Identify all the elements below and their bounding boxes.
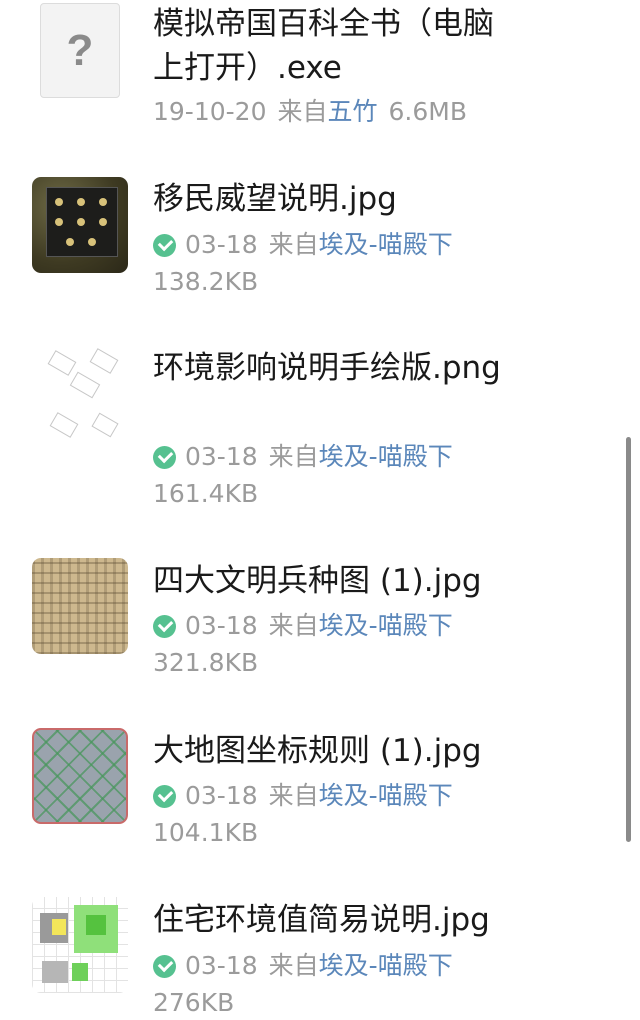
thumbnail-dot <box>77 218 85 226</box>
sender-link[interactable]: 埃及-喵殿下 <box>319 440 453 474</box>
thumbnail-block <box>52 919 66 935</box>
sketch-mark <box>69 371 101 399</box>
file-item[interactable]: 移民威望说明.jpg 03-18 来自 埃及-喵殿下 138.2KB <box>0 170 620 310</box>
file-size: 276KB <box>153 988 235 1017</box>
file-list: ? 模拟帝国百科全书（电脑上打开）.exe 19-10-20 来自 五竹 6.6… <box>0 0 640 1017</box>
downloaded-check-icon <box>153 954 176 978</box>
thumbnail-dot <box>77 198 85 206</box>
file-meta: 03-18 来自 埃及-喵殿下 <box>153 609 453 643</box>
file-item[interactable]: ? 模拟帝国百科全书（电脑上打开）.exe 19-10-20 来自 五竹 6.6… <box>0 0 620 130</box>
file-item[interactable]: 环境影响说明手绘版.png 03-18 来自 埃及-喵殿下 161.4KB <box>0 340 620 520</box>
sketch-mark <box>49 412 79 438</box>
thumbnail-dot <box>55 198 63 206</box>
from-label: 来自 <box>268 611 319 640</box>
sender-link[interactable]: 埃及-喵殿下 <box>319 228 453 262</box>
sender-link[interactable]: 埃及-喵殿下 <box>319 779 453 813</box>
image-thumbnail <box>32 897 128 993</box>
thumbnail-dot <box>55 218 63 226</box>
file-meta: 03-18 来自 埃及-喵殿下 <box>153 440 453 474</box>
file-date: 19-10-20 <box>153 97 267 126</box>
sender-link[interactable]: 埃及-喵殿下 <box>319 609 453 643</box>
thumbnail-dot <box>66 238 74 246</box>
from-label: 来自 <box>268 442 319 471</box>
file-item[interactable]: 住宅环境值简易说明.jpg 03-18 来自 埃及-喵殿下 276KB <box>0 890 620 1017</box>
file-date: 03-18 <box>185 611 258 640</box>
image-thumbnail <box>32 177 128 273</box>
from-label: 来自 <box>268 230 319 259</box>
downloaded-check-icon <box>153 614 176 638</box>
thumbnail-dot <box>88 238 96 246</box>
thumbnail-dot <box>99 198 107 206</box>
file-size: 104.1KB <box>153 818 259 847</box>
file-name: 大地图坐标规则 (1).jpg <box>153 733 482 769</box>
file-meta: 03-18 来自 埃及-喵殿下 <box>153 228 453 262</box>
thumbnail-block <box>42 961 68 983</box>
question-mark-glyph: ? <box>66 25 94 75</box>
file-size: 6.6MB <box>388 97 467 126</box>
file-size: 321.8KB <box>153 648 259 677</box>
scrollbar[interactable] <box>626 437 631 842</box>
file-meta: 03-18 来自 埃及-喵殿下 <box>153 779 453 813</box>
file-name: 移民威望说明.jpg <box>153 181 397 217</box>
file-name: 四大文明兵种图 (1).jpg <box>153 563 482 599</box>
image-thumbnail <box>32 345 128 441</box>
file-item[interactable]: 大地图坐标规则 (1).jpg 03-18 来自 埃及-喵殿下 104.1KB <box>0 720 620 860</box>
from-label: 来自 <box>277 97 328 126</box>
file-meta: 19-10-20 来自 五竹 6.6MB <box>153 95 467 129</box>
image-thumbnail <box>32 558 128 654</box>
downloaded-check-icon <box>153 784 176 808</box>
thumbnail-block <box>72 963 88 981</box>
file-name: 环境影响说明手绘版.png <box>153 350 501 386</box>
file-date: 03-18 <box>185 442 258 471</box>
downloaded-check-icon <box>153 445 176 469</box>
sketch-mark <box>91 412 119 438</box>
file-name: 住宅环境值简易说明.jpg <box>153 902 490 938</box>
unknown-file-icon: ? <box>40 3 120 98</box>
file-date: 03-18 <box>185 781 258 810</box>
thumbnail-block <box>86 915 106 935</box>
sender-link[interactable]: 埃及-喵殿下 <box>319 949 453 983</box>
thumbnail-dot <box>99 218 107 226</box>
image-thumbnail <box>32 728 128 824</box>
file-size: 138.2KB <box>153 267 259 296</box>
sketch-mark <box>47 350 77 376</box>
sender-link[interactable]: 五竹 <box>328 95 378 129</box>
downloaded-check-icon <box>153 233 176 257</box>
from-label: 来自 <box>268 951 319 980</box>
file-meta: 03-18 来自 埃及-喵殿下 <box>153 949 453 983</box>
file-name: 模拟帝国百科全书（电脑上打开）.exe <box>153 6 494 86</box>
file-date: 03-18 <box>185 951 258 980</box>
file-item[interactable]: 四大文明兵种图 (1).jpg 03-18 来自 埃及-喵殿下 321.8KB <box>0 550 620 690</box>
file-size: 161.4KB <box>153 479 259 508</box>
sketch-mark <box>89 348 119 374</box>
file-date: 03-18 <box>185 230 258 259</box>
thumbnail-panel <box>46 187 118 257</box>
from-label: 来自 <box>268 781 319 810</box>
